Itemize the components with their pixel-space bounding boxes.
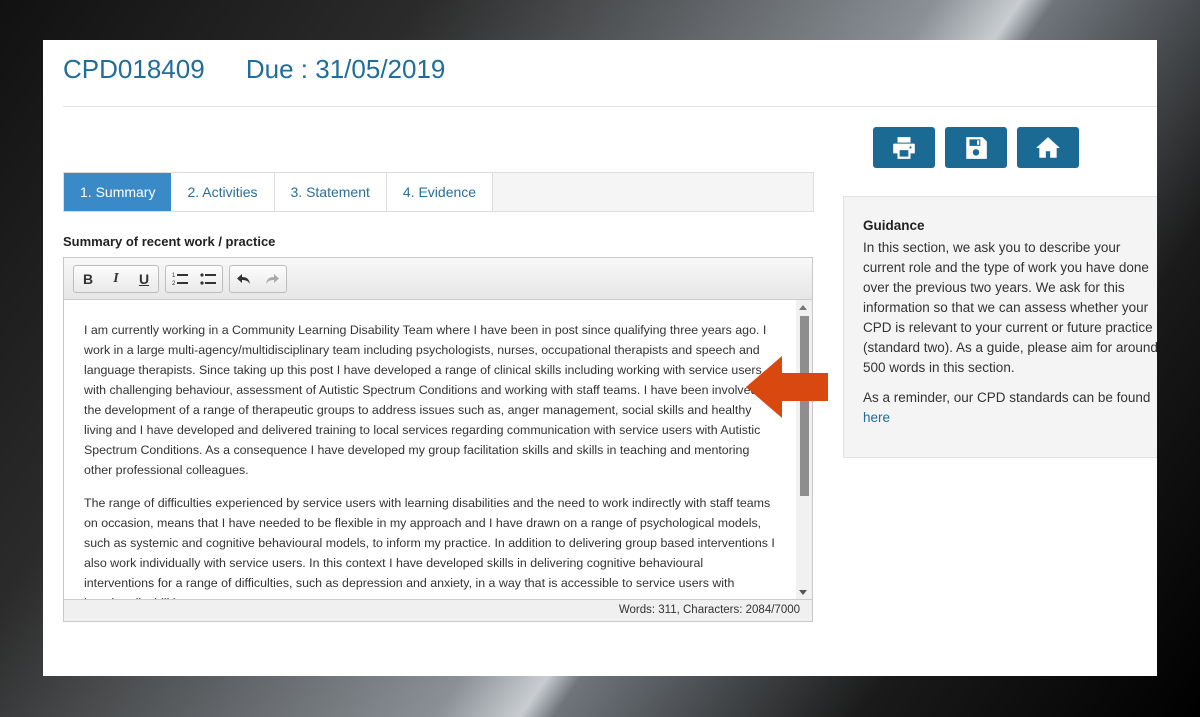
cpd-standards-link[interactable]: here: [863, 408, 1157, 428]
pointer-arrow-icon: [746, 356, 828, 418]
summary-editor: B I U 12 I am currently working in a Com…: [63, 257, 813, 622]
guidance-text: In this section, we ask you to describe …: [863, 240, 1157, 375]
tab-statement[interactable]: 3. Statement: [274, 173, 387, 211]
svg-text:1: 1: [172, 273, 176, 279]
editor-scrollbar[interactable]: [796, 300, 812, 600]
scroll-up-icon[interactable]: [799, 305, 807, 310]
guidance-panel: Guidance In this section, we ask you to …: [843, 196, 1157, 458]
guidance-title: Guidance: [863, 218, 925, 233]
action-buttons: [873, 127, 1079, 168]
word-count-status: Words: 311, Characters: 2084/7000: [64, 599, 812, 621]
svg-text:2: 2: [172, 281, 176, 287]
tab-summary[interactable]: 1. Summary: [64, 173, 172, 211]
numbered-list-button[interactable]: 12: [166, 266, 194, 292]
redo-button[interactable]: [258, 266, 286, 292]
bullet-list-icon: [200, 273, 216, 285]
summary-paragraph: The range of difficulties experienced by…: [84, 496, 775, 600]
print-button[interactable]: [873, 127, 935, 168]
tab-activities[interactable]: 2. Activities: [171, 173, 275, 211]
bullet-list-button[interactable]: [194, 266, 222, 292]
header-divider: [63, 106, 1157, 107]
save-icon: [966, 136, 987, 159]
guidance-reminder: As a reminder, our CPD standards can be …: [863, 390, 1151, 405]
editor-content[interactable]: I am currently working in a Community Le…: [64, 300, 796, 600]
numbered-list-icon: 12: [172, 273, 188, 287]
summary-paragraph: I am currently working in a Community Le…: [84, 323, 771, 477]
history-group: [229, 265, 287, 293]
save-button[interactable]: [945, 127, 1007, 168]
undo-icon: [237, 274, 250, 284]
scroll-down-icon[interactable]: [799, 590, 807, 595]
underline-button[interactable]: U: [130, 266, 158, 292]
section-tabs: 1. Summary 2. Activities 3. Statement 4.…: [63, 172, 814, 212]
page: CPD018409 Due : 31/05/2019 1. Summary 2.…: [43, 40, 1157, 676]
redo-icon: [266, 274, 279, 284]
editor-toolbar: B I U 12: [64, 258, 812, 300]
format-group: B I U: [73, 265, 159, 293]
list-group: 12: [165, 265, 223, 293]
print-icon: [893, 136, 915, 159]
bold-button[interactable]: B: [74, 266, 102, 292]
italic-button[interactable]: I: [102, 266, 130, 292]
home-button[interactable]: [1017, 127, 1079, 168]
summary-label: Summary of recent work / practice: [63, 234, 276, 249]
cpd-reference: CPD018409: [63, 54, 205, 84]
due-date: Due : 31/05/2019: [245, 54, 446, 84]
guidance-body: In this section, we ask you to describe …: [863, 238, 1157, 428]
word-count-text: Words: 311, Characters: 2084/7000: [618, 604, 800, 616]
page-header: CPD018409 Due : 31/05/2019: [63, 54, 479, 85]
undo-button[interactable]: [230, 266, 258, 292]
home-icon: [1036, 136, 1060, 158]
tab-evidence[interactable]: 4. Evidence: [386, 173, 494, 211]
